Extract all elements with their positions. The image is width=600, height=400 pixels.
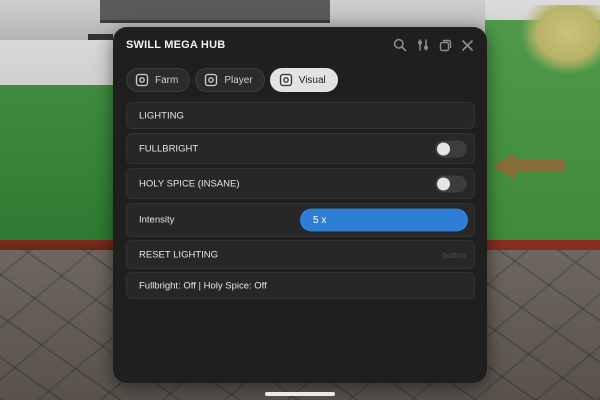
reset-lighting-label: RESET LIGHTING [139, 249, 219, 260]
wall-paint-patch [520, 5, 600, 75]
minimize-icon[interactable] [437, 37, 453, 53]
corridor-left-wall [0, 40, 115, 250]
section-title: LIGHTING [139, 110, 184, 121]
window-title: SWILL MEGA HUB [126, 39, 226, 51]
tab-visual[interactable]: Visual [269, 68, 338, 92]
tab-label: Farm [155, 74, 179, 86]
fullbright-label: FULLBRIGHT [139, 143, 199, 154]
tab-icon [279, 73, 293, 87]
hub-window: SWILL MEGA HUB Farm Player Visual LIGHTI… [113, 27, 487, 383]
toggle-knob [437, 177, 450, 190]
intensity-slider-row: Intensity 5 x [126, 203, 475, 237]
intensity-value: 5 x [313, 214, 327, 226]
tab-label: Visual [298, 74, 326, 86]
tab-farm[interactable]: Farm [126, 68, 191, 92]
home-indicator[interactable] [265, 392, 335, 396]
section-header-lighting: LIGHTING [126, 102, 475, 129]
search-icon[interactable] [392, 37, 408, 53]
tab-icon [135, 73, 149, 87]
toggle-knob [437, 142, 450, 155]
tab-label: Player [224, 74, 253, 86]
tab-player[interactable]: Player [195, 68, 265, 92]
title-bar: SWILL MEGA HUB [113, 27, 487, 63]
intensity-slider[interactable]: 5 x [300, 208, 468, 232]
tab-icon [204, 73, 218, 87]
sliders-icon[interactable] [415, 37, 431, 53]
status-text: Fullbright: Off | Holy Spice: Off [139, 280, 267, 291]
intensity-label: Intensity [139, 214, 175, 226]
holy-spice-toggle-row[interactable]: HOLY SPICE (INSANE) [126, 168, 475, 199]
status-row: Fullbright: Off | Holy Spice: Off [126, 272, 475, 299]
tab-bar: Farm Player Visual [126, 68, 338, 92]
reset-lighting-button[interactable]: RESET LIGHTING button [126, 240, 475, 269]
close-icon[interactable] [459, 37, 475, 53]
wall-arrow-head [492, 152, 516, 180]
holy-spice-label: HOLY SPICE (INSANE) [139, 178, 240, 189]
fullbright-toggle[interactable] [435, 140, 467, 157]
wall-arrow-sign [515, 160, 565, 172]
button-hint: button [442, 249, 466, 260]
ceiling-beam [100, 0, 330, 23]
fullbright-toggle-row[interactable]: FULLBRIGHT [126, 133, 475, 164]
holy-spice-toggle[interactable] [435, 175, 467, 192]
